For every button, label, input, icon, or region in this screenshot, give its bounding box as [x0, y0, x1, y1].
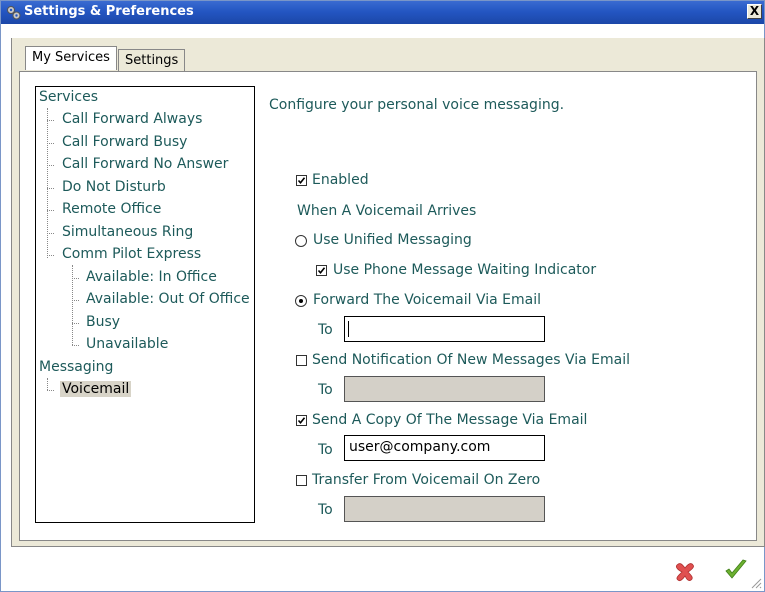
tree-connector	[72, 300, 79, 301]
intro-text: Configure your personal voice messaging.	[269, 97, 565, 113]
title-bar[interactable]: Settings & Preferences X	[1, 1, 764, 24]
forward-email-radio[interactable]	[295, 295, 307, 307]
enabled-label: Enabled	[312, 172, 369, 188]
copy-to-value: user@company.com	[349, 439, 491, 455]
tree-item-unavailable[interactable]: Unavailable	[86, 336, 168, 352]
transfer-to-field[interactable]	[344, 496, 545, 522]
transfer-label: Transfer From Voicemail On Zero	[312, 472, 541, 488]
tree-item-busy[interactable]: Busy	[86, 314, 120, 330]
mwi-label: Use Phone Message Waiting Indicator	[333, 262, 597, 278]
tree-connector	[72, 345, 79, 346]
tree-item-call-forward-no-answer[interactable]: Call Forward No Answer	[62, 156, 228, 172]
tree-connector	[47, 120, 54, 121]
tree-item-available-out-of-office[interactable]: Available: Out Of Office	[86, 291, 250, 307]
tree-connector	[47, 165, 54, 166]
text-caret	[348, 321, 349, 337]
transfer-to-label: To	[318, 502, 333, 518]
tree-item-simultaneous-ring[interactable]: Simultaneous Ring	[62, 224, 193, 240]
tree-item-do-not-disturb[interactable]: Do Not Disturb	[62, 179, 166, 195]
copy-label: Send A Copy Of The Message Via Email	[312, 412, 588, 428]
resize-grip-icon[interactable]	[750, 577, 762, 589]
close-button[interactable]: X	[747, 4, 762, 19]
tree-item-call-forward-always[interactable]: Call Forward Always	[62, 111, 202, 127]
ok-check-icon[interactable]	[723, 557, 749, 583]
tree-group-services[interactable]: Services	[39, 89, 98, 105]
mwi-checkbox[interactable]	[316, 265, 327, 276]
settings-window: Settings & Preferences X My Services Set…	[0, 0, 765, 592]
services-tree[interactable]: Services Call Forward Always Call Forwar…	[35, 86, 255, 523]
tab-settings[interactable]: Settings	[118, 49, 186, 71]
forward-to-label: To	[318, 322, 333, 338]
gears-icon	[7, 6, 21, 20]
cancel-icon[interactable]	[672, 558, 698, 584]
tree-item-call-forward-busy[interactable]: Call Forward Busy	[62, 134, 187, 150]
tree-connector	[47, 210, 54, 211]
copy-to-label: To	[318, 442, 333, 458]
tree-line	[47, 378, 48, 390]
tree-line	[72, 265, 73, 345]
tree-connector	[47, 143, 54, 144]
tree-line	[47, 108, 48, 258]
tree-connector	[47, 390, 54, 391]
copy-checkbox[interactable]	[296, 415, 307, 426]
arrives-label: When A Voicemail Arrives	[297, 203, 477, 219]
tree-connector	[47, 188, 54, 189]
enabled-checkbox[interactable]	[296, 175, 307, 186]
tree-group-messaging[interactable]: Messaging	[39, 359, 113, 375]
forward-to-field[interactable]	[344, 316, 545, 342]
transfer-checkbox[interactable]	[296, 475, 307, 486]
tree-connector	[72, 278, 79, 279]
tree-connector	[47, 233, 54, 234]
tree-item-voicemail[interactable]: Voicemail	[60, 381, 132, 397]
unified-messaging-label: Use Unified Messaging	[313, 232, 472, 248]
tree-item-remote-office[interactable]: Remote Office	[62, 201, 161, 217]
forward-email-label: Forward The Voicemail Via Email	[313, 292, 541, 308]
notify-label: Send Notification Of New Messages Via Em…	[312, 352, 631, 368]
unified-messaging-radio[interactable]	[295, 235, 307, 247]
window-title: Settings & Preferences	[24, 4, 194, 19]
notify-to-label: To	[318, 382, 333, 398]
notify-checkbox[interactable]	[296, 355, 307, 366]
tree-connector	[72, 323, 79, 324]
tab-my-services[interactable]: My Services	[25, 46, 117, 70]
copy-to-field[interactable]: user@company.com	[344, 435, 545, 461]
tree-connector	[47, 255, 54, 256]
tree-item-available-in-office[interactable]: Available: In Office	[86, 269, 217, 285]
notify-to-field[interactable]	[344, 376, 545, 402]
tree-item-comm-pilot-express[interactable]: Comm Pilot Express	[62, 246, 201, 262]
